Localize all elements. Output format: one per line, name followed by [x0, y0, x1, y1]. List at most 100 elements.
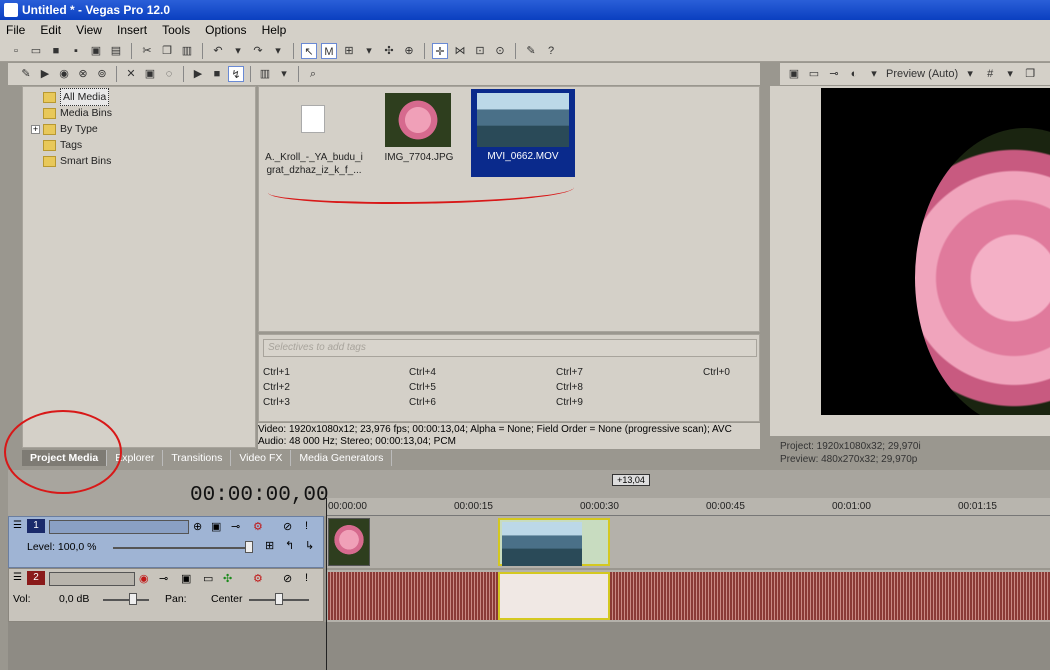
menu-options[interactable]: Options — [205, 23, 246, 37]
snapping-icon[interactable]: ✛ — [432, 42, 448, 59]
video-event-image[interactable] — [328, 518, 370, 566]
mute-icon[interactable]: ⊘ — [283, 520, 292, 533]
media-item-audio[interactable]: A._Kroll_-_YA_budu_i grat_dzhaz_iz_k_f_.… — [259, 87, 369, 187]
media-fx-icon[interactable]: ⊚ — [94, 66, 110, 82]
invert-phase-icon[interactable]: ⊸ — [159, 572, 168, 585]
save-icon[interactable]: ■ — [48, 43, 64, 59]
zoom-tool-icon[interactable]: ⊙ — [492, 43, 508, 59]
menu-edit[interactable]: Edit — [40, 23, 61, 37]
tab-video-fx[interactable]: Video FX — [231, 450, 292, 466]
video-track-lane[interactable] — [326, 516, 1050, 568]
preview-mode-dropdown-icon[interactable]: ▾ — [962, 66, 978, 82]
open-icon[interactable]: ▭ — [28, 43, 44, 59]
copy-snapshot-icon[interactable]: ❐ — [1022, 66, 1038, 82]
track-motion-icon[interactable]: ▣ — [211, 520, 221, 533]
tree-item-tags[interactable]: Tags — [43, 137, 82, 153]
level-slider[interactable] — [113, 547, 253, 549]
auto-preview-icon[interactable]: ↯ — [228, 66, 244, 82]
menu-tools[interactable]: Tools — [162, 23, 190, 37]
media-properties-icon[interactable]: ▣ — [142, 66, 158, 82]
search-icon[interactable]: ⌕ — [305, 66, 321, 82]
undo-dropdown-icon[interactable]: ▾ — [230, 43, 246, 59]
tag-shortcut[interactable]: Ctrl+0 — [703, 367, 730, 378]
track-settings-icon[interactable]: ⚙ — [253, 520, 263, 533]
envelope-tool-icon[interactable]: M — [321, 42, 337, 59]
copy-icon[interactable]: ❐ — [159, 43, 175, 59]
tag-shortcut[interactable]: Ctrl+4 — [409, 367, 436, 378]
tag-shortcut[interactable]: Ctrl+5 — [409, 382, 436, 393]
timeline-empty-area[interactable] — [8, 622, 1050, 670]
play-icon[interactable]: ▶ — [190, 66, 206, 82]
composite-child-icon[interactable]: ⊞ — [265, 539, 274, 552]
plugin-manager-icon[interactable]: ✎ — [523, 43, 539, 59]
media-item-video-selected[interactable]: MVI_0662.MOV — [471, 89, 575, 177]
overlays-dropdown-icon[interactable]: ▾ — [1002, 66, 1018, 82]
cut-icon[interactable]: ✂ — [139, 43, 155, 59]
volume-slider-knob[interactable] — [129, 593, 137, 605]
audio-event-waveform[interactable] — [328, 572, 1050, 620]
preview-quality-dropdown-icon[interactable]: ▾ — [866, 66, 882, 82]
audio-event-selected[interactable] — [498, 572, 610, 620]
tool-dropdown-icon[interactable]: ▾ — [361, 43, 377, 59]
preview-quality-label[interactable]: Preview (Auto) — [886, 68, 958, 80]
tree-item-media-bins[interactable]: Media Bins — [43, 105, 112, 121]
normal-edit-tool-icon[interactable]: ↖ — [301, 42, 317, 59]
split-screen-icon[interactable]: ◐ — [846, 66, 862, 82]
tab-transitions[interactable]: Transitions — [163, 450, 232, 466]
media-item-image[interactable]: IMG_7704.JPG — [371, 87, 467, 187]
paste-icon[interactable]: ▥ — [179, 43, 195, 59]
tag-shortcut[interactable]: Ctrl+1 — [263, 367, 290, 378]
undo-icon[interactable]: ↶ — [210, 43, 226, 59]
preview-properties-icon[interactable]: ▣ — [786, 66, 802, 82]
views-dropdown-icon[interactable]: ▾ — [276, 66, 292, 82]
properties-icon[interactable]: ▤ — [108, 43, 124, 59]
auto-crossfade-icon[interactable]: ⋈ — [452, 43, 468, 59]
audio-mute-icon[interactable]: ⊘ — [283, 572, 292, 585]
make-compositing-parent-icon[interactable]: ↰ — [285, 539, 294, 552]
tags-input[interactable]: Selectives to add tags — [263, 339, 757, 357]
menu-file[interactable]: File — [6, 23, 25, 37]
selection-tool-icon[interactable]: ⊞ — [341, 43, 357, 59]
tree-item-by-type[interactable]: By Type — [43, 121, 98, 137]
tree-item-all-media[interactable]: All Media — [43, 88, 110, 106]
capture-video-icon[interactable]: ▶ — [37, 66, 53, 82]
audio-track-settings-icon[interactable]: ⚙ — [253, 572, 263, 585]
tag-shortcut[interactable]: Ctrl+8 — [556, 382, 583, 393]
lock-envelopes-icon[interactable]: ⊕ — [401, 43, 417, 59]
arm-record-icon[interactable]: ◉ — [139, 572, 149, 585]
tab-project-media[interactable]: Project Media — [22, 450, 108, 466]
tab-media-generators[interactable]: Media Generators — [291, 450, 393, 466]
audio-fx-icon[interactable]: ▣ — [181, 572, 191, 585]
make-compositing-child-icon[interactable]: ↳ — [305, 539, 314, 552]
delete-media-icon[interactable]: ✕ — [123, 66, 139, 82]
video-track-header[interactable]: ☰ 1 ⊕ ▣ ⊸ ⚙ ⊘ ! Level: 100,0 % ⊞ ↰ ↳ — [8, 516, 324, 568]
redo-icon[interactable]: ↷ — [250, 43, 266, 59]
tag-shortcut[interactable]: Ctrl+9 — [556, 397, 583, 408]
video-fx-icon[interactable]: ⊸ — [826, 66, 842, 82]
menu-insert[interactable]: Insert — [117, 23, 147, 37]
tag-shortcut[interactable]: Ctrl+2 — [263, 382, 290, 393]
views-icon[interactable]: ▥ — [257, 66, 273, 82]
save-as-icon[interactable]: ▪ — [68, 43, 84, 59]
level-slider-knob[interactable] — [245, 541, 253, 553]
import-media-icon[interactable]: ✎ — [18, 66, 34, 82]
pan-slider-knob[interactable] — [275, 593, 283, 605]
automation-icon[interactable]: ▭ — [203, 572, 213, 585]
tag-shortcut[interactable]: Ctrl+6 — [409, 397, 436, 408]
whats-this-help-icon[interactable]: ? — [543, 43, 559, 59]
redo-dropdown-icon[interactable]: ▾ — [270, 43, 286, 59]
solo-icon[interactable]: ! — [305, 520, 308, 532]
menu-help[interactable]: Help — [262, 23, 287, 37]
ignore-grouping-icon[interactable]: ⊡ — [472, 43, 488, 59]
expand-by-type-icon[interactable]: + — [31, 125, 40, 134]
time-ruler[interactable]: 00:00:00 00:00:15 00:00:30 00:00:45 00:0… — [326, 498, 1050, 516]
external-monitor-icon[interactable]: ▭ — [806, 66, 822, 82]
remove-unused-icon[interactable]: ⊗ — [75, 66, 91, 82]
get-media-web-icon[interactable]: ◉ — [56, 66, 72, 82]
tag-shortcut[interactable]: Ctrl+7 — [556, 367, 583, 378]
tag-shortcut[interactable]: Ctrl+3 — [263, 397, 290, 408]
compositing-mode-icon[interactable]: ⊸ — [231, 520, 240, 533]
audio-track-name-field[interactable] — [49, 572, 135, 586]
video-track-name-field[interactable] — [49, 520, 189, 534]
media-generator-icon[interactable]: ◌ — [161, 66, 177, 82]
